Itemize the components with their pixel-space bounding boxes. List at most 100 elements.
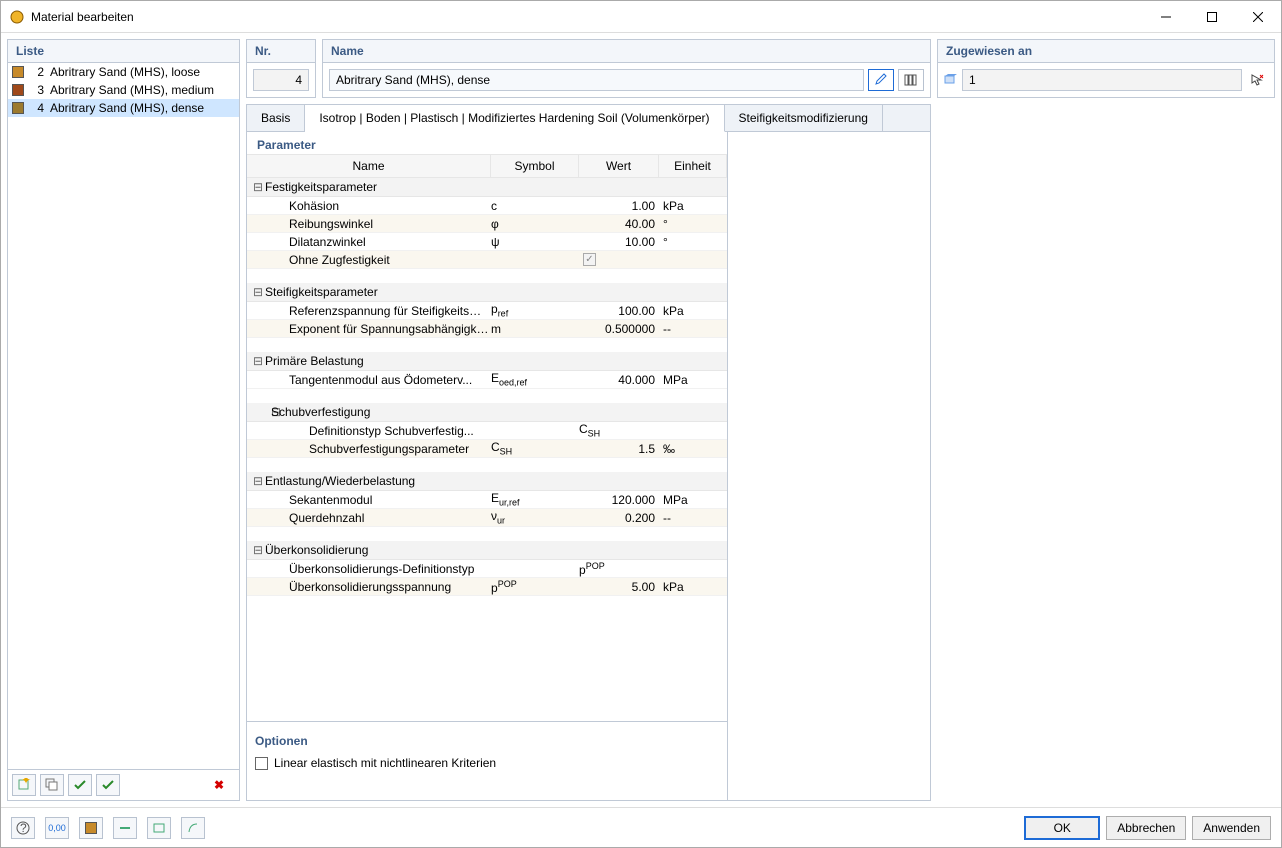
param-name: Exponent für Spannungsabhängigkei... [247,322,491,336]
collapse-icon[interactable]: ⊟ [247,405,271,419]
param-row[interactable]: Reibungswinkelφ40.00° [247,215,727,233]
param-group[interactable]: ⊟Festigkeitsparameter [247,178,727,197]
units-button[interactable]: 0,00 [45,817,69,839]
nr-label: Nr. [247,40,315,63]
titlebar: Material bearbeiten [1,1,1281,33]
param-checkbox[interactable]: ✓ [583,253,596,266]
param-group[interactable]: ⊟Primäre Belastung [247,352,727,371]
pick-selection-button[interactable] [1246,69,1268,91]
tab-basis[interactable]: Basis [247,105,305,131]
tool-a-button[interactable] [113,817,137,839]
help-button[interactable]: ? [11,817,35,839]
param-value[interactable]: 1.5 [579,442,659,456]
param-name: Überkonsolidierungsspannung [247,580,491,594]
collapse-icon[interactable]: ⊟ [247,474,265,488]
collapse-icon[interactable]: ⊟ [247,543,265,557]
param-value[interactable]: CSH [579,422,659,438]
param-row[interactable]: Definitionstyp Schubverfestig...CSH [247,422,727,440]
param-name: Referenzspannung für Steifigkeitsmo... [247,304,491,318]
group-title: Primäre Belastung [265,354,364,368]
param-unit: ° [659,217,727,231]
check-a-button[interactable] [68,774,92,796]
list-item-number: 2 [30,65,44,79]
param-grid[interactable]: ⊟FestigkeitsparameterKohäsionc1.00kPaRei… [247,178,727,721]
param-name: Tangentenmodul aus Ödometerv... [247,373,491,387]
list-item[interactable]: 3Abritrary Sand (MHS), medium [8,81,239,99]
param-row[interactable]: Dilatanzwinkelψ10.00° [247,233,727,251]
col-unit: Einheit [659,155,727,177]
param-value[interactable]: 120.000 [579,493,659,507]
param-row[interactable]: Ohne Zugfestigkeit✓ [247,251,727,269]
material-swatch [12,84,24,96]
param-section-title: Parameter [247,132,727,154]
param-group[interactable]: ⊟Schubverfestigung [247,403,727,422]
param-name: Reibungswinkel [247,217,491,231]
apply-button[interactable]: Anwenden [1192,816,1271,840]
param-symbol: νur [491,509,579,525]
param-group[interactable]: ⊟Entlastung/Wiederbelastung [247,472,727,491]
param-row[interactable]: Tangentenmodul aus Ödometerv...Eoed,ref4… [247,371,727,389]
dialog-window: Material bearbeiten Liste 2Abritrary San… [0,0,1282,848]
param-row[interactable]: Querdehnzahlνur0.200-- [247,509,727,527]
param-row[interactable]: Kohäsionc1.00kPa [247,197,727,215]
minimize-button[interactable] [1143,2,1189,32]
collapse-icon[interactable]: ⊟ [247,180,265,194]
linear-elastic-checkbox[interactable] [255,757,268,770]
material-list-panel: Liste 2Abritrary Sand (MHS), loose3Abrit… [7,39,240,801]
param-row[interactable]: SchubverfestigungsparameterCSH1.5‰ [247,440,727,458]
param-row[interactable]: Referenzspannung für Steifigkeitsmo...pr… [247,302,727,320]
param-value[interactable]: 5.00 [579,580,659,594]
param-unit: kPa [659,199,727,213]
svg-text:✦: ✦ [21,778,31,787]
close-button[interactable] [1235,2,1281,32]
delete-item-button[interactable]: ✖ [207,774,231,796]
param-row[interactable]: Überkonsolidierungs-DefinitionstyppPOP [247,560,727,578]
color-button[interactable] [79,817,103,839]
nr-field[interactable]: 4 [253,69,309,91]
linear-elastic-label: Linear elastisch mit nichtlinearen Krite… [274,756,496,770]
param-value[interactable]: 100.00 [579,304,659,318]
check-b-button[interactable] [96,774,120,796]
maximize-button[interactable] [1189,2,1235,32]
tool-c-button[interactable] [181,817,205,839]
param-value[interactable]: 0.500000 [579,322,659,336]
param-value[interactable]: 10.00 [579,235,659,249]
new-item-button[interactable]: ✦ [12,774,36,796]
list-item-number: 4 [30,101,44,115]
param-symbol: pref [491,302,579,318]
list-item[interactable]: 4Abritrary Sand (MHS), dense [8,99,239,117]
name-field[interactable]: Abritrary Sand (MHS), dense [329,69,864,91]
param-group[interactable]: ⊟Überkonsolidierung [247,541,727,560]
tab-stiff[interactable]: Steifigkeitsmodifizierung [725,105,883,131]
param-unit: -- [659,511,727,525]
param-row[interactable]: Exponent für Spannungsabhängigkei...m0.5… [247,320,727,338]
param-group[interactable]: ⊟Steifigkeitsparameter [247,283,727,302]
param-name: Sekantenmodul [247,493,491,507]
param-value[interactable]: 40.00 [579,217,659,231]
tool-b-button[interactable] [147,817,171,839]
col-name: Name [247,155,491,177]
param-grid-header: Name Symbol Wert Einheit [247,154,727,178]
collapse-icon[interactable]: ⊟ [247,285,265,299]
options-panel: Optionen Linear elastisch mit nichtlinea… [247,721,727,800]
param-value[interactable]: 1.00 [579,199,659,213]
edit-name-button[interactable] [868,69,894,91]
param-value[interactable]: pPOP [579,561,659,577]
param-name: Dilatanzwinkel [247,235,491,249]
param-value[interactable]: 0.200 [579,511,659,525]
param-unit: kPa [659,304,727,318]
assigned-field[interactable]: 1 [962,69,1242,91]
ok-button[interactable]: OK [1024,816,1100,840]
copy-item-button[interactable] [40,774,64,796]
list-item[interactable]: 2Abritrary Sand (MHS), loose [8,63,239,81]
library-button[interactable] [898,69,924,91]
tab-iso[interactable]: Isotrop | Boden | Plastisch | Modifizier… [305,105,724,132]
material-list[interactable]: 2Abritrary Sand (MHS), loose3Abritrary S… [8,63,239,769]
cancel-button[interactable]: Abbrechen [1106,816,1186,840]
list-item-number: 3 [30,83,44,97]
param-row[interactable]: SekantenmodulEur,ref120.000MPa [247,491,727,509]
collapse-icon[interactable]: ⊟ [247,354,265,368]
preview-pane [728,132,930,800]
param-value[interactable]: 40.000 [579,373,659,387]
param-row[interactable]: ÜberkonsolidierungsspannungpPOP5.00kPa [247,578,727,596]
